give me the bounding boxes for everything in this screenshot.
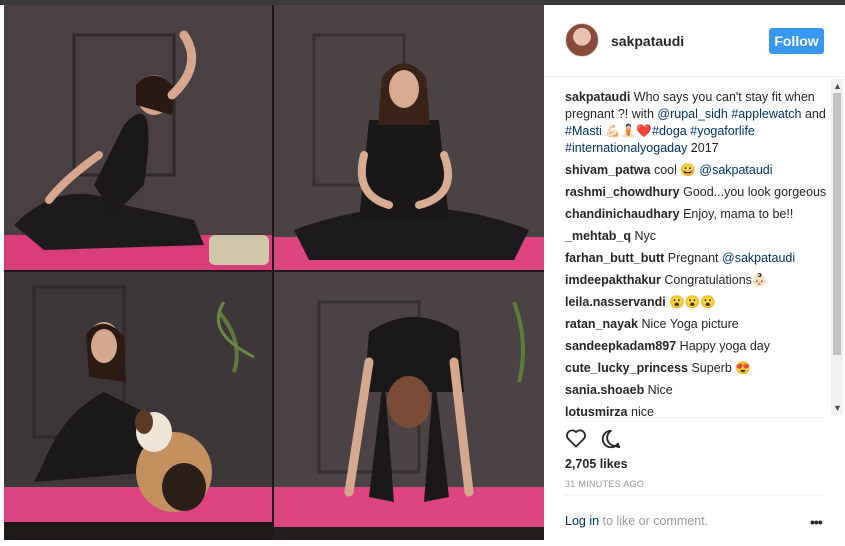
comment-item: farhan_butt_butt Pregnant @sakpataudi: [565, 250, 827, 267]
comment-text: cool 😀: [650, 163, 700, 177]
post-photo[interactable]: [4, 5, 544, 540]
comment-text: Nyc: [631, 229, 656, 243]
mention-link[interactable]: @sakpataudi: [699, 163, 772, 177]
comment-item: _mehtab_q Nyc: [565, 228, 827, 245]
comment-item: ratan_nayak Nice Yoga picture: [565, 316, 827, 333]
more-options-icon[interactable]: •••: [810, 514, 823, 530]
post-header: sakpataudi Follow: [544, 5, 845, 77]
comment-username[interactable]: cute_lucky_princess: [565, 361, 688, 375]
comment-username[interactable]: leila.nasservandi: [565, 295, 666, 309]
login-link[interactable]: Log in: [565, 514, 599, 528]
comment-username[interactable]: lotusmirza: [565, 405, 628, 417]
caption-year: 2017: [687, 141, 719, 155]
photo-panel-with-dog: [4, 272, 272, 540]
follow-button[interactable]: Follow: [769, 28, 824, 54]
comment-text: Nice: [644, 383, 673, 397]
comment-username[interactable]: imdeepakthakur: [565, 273, 661, 287]
comment-text: Good...you look gorgeous: [679, 185, 827, 199]
hashtag-link[interactable]: #Masti: [565, 124, 602, 138]
comment-item: rashmi_chowdhury Good...you look gorgeou…: [565, 184, 827, 201]
comment-text: Congratulations👶🏻: [660, 273, 768, 287]
comment-username[interactable]: sania.shoaeb: [565, 383, 644, 397]
mention-link[interactable]: @rupal_sidh: [657, 107, 727, 121]
comment-text: Happy yoga day: [676, 339, 770, 353]
heart-icon[interactable]: [565, 428, 587, 448]
mention-link[interactable]: @sakpataudi: [722, 251, 795, 265]
caption: sakpataudi Who says you can't stay fit w…: [565, 89, 827, 157]
comment-username[interactable]: sandeepkadam897: [565, 339, 676, 353]
comment-item: sandeepkadam897 Happy yoga day: [565, 338, 827, 355]
hashtag-link[interactable]: #internationalyogaday: [565, 141, 687, 155]
comment-username[interactable]: _mehtab_q: [565, 229, 631, 243]
hashtag-link[interactable]: #doga: [652, 124, 687, 138]
comment-item: cute_lucky_princess Superb 😍: [565, 360, 827, 377]
login-prompt-text: to like or comment.: [599, 514, 709, 528]
comment-username[interactable]: chandinichaudhary: [565, 207, 680, 221]
comment-item: imdeepakthakur Congratulations👶🏻: [565, 272, 827, 289]
caption-username[interactable]: sakpataudi: [565, 90, 630, 104]
comment-text: Nice Yoga picture: [637, 317, 739, 331]
comment-text: nice: [627, 405, 654, 417]
divider: [565, 417, 825, 418]
comment-text: Pregnant: [664, 251, 722, 265]
photo-panel-forward-bend: [274, 272, 544, 540]
comment-text: Superb 😍: [688, 361, 751, 375]
post-sidebar: sakpataudi Follow sakpataudi Who says yo…: [544, 5, 845, 540]
likes-count[interactable]: 2,705 likes: [565, 457, 628, 471]
comment-icon[interactable]: [600, 428, 622, 450]
post-username[interactable]: sakpataudi: [611, 33, 684, 49]
photo-panel-side-twist: [4, 5, 272, 270]
comment-text: Enjoy, mama to be!!: [679, 207, 794, 221]
comment-username[interactable]: shivam_patwa: [565, 163, 650, 177]
login-prompt: Log in to like or comment.: [565, 514, 708, 528]
comment-item: chandinichaudhary Enjoy, mama to be!!: [565, 206, 827, 223]
caption-and: and: [801, 107, 826, 121]
comment-item: shivam_patwa cool 😀 @sakpataudi: [565, 162, 827, 179]
scroll-down-arrow[interactable]: ▼: [833, 403, 842, 413]
comments-scrollbar[interactable]: ▲ ▼: [831, 79, 843, 415]
hashtag-link[interactable]: #applewatch: [731, 107, 801, 121]
divider: [565, 495, 825, 496]
comment-username[interactable]: farhan_butt_butt: [565, 251, 664, 265]
photo-panel-meditation: [274, 5, 544, 270]
caption-emoji: 💪🏻🧘🏻❤️: [601, 124, 652, 138]
comment-item: sania.shoaeb Nice: [565, 382, 827, 399]
hashtag-link[interactable]: #yogaforlife: [690, 124, 755, 138]
scroll-up-arrow[interactable]: ▲: [833, 81, 842, 91]
post-timestamp[interactable]: 31 MINUTES AGO: [565, 479, 644, 489]
comment-text: 😮😮😮: [665, 295, 716, 309]
avatar[interactable]: [565, 23, 599, 57]
scrollbar-thumb[interactable]: [833, 93, 841, 355]
comment-username[interactable]: ratan_nayak: [565, 317, 638, 331]
comment-username[interactable]: rashmi_chowdhury: [565, 185, 680, 199]
comments-list[interactable]: sakpataudi Who says you can't stay fit w…: [565, 89, 827, 417]
comment-item: lotusmirza nice: [565, 404, 827, 417]
comment-item: leila.nasservandi 😮😮😮: [565, 294, 827, 311]
